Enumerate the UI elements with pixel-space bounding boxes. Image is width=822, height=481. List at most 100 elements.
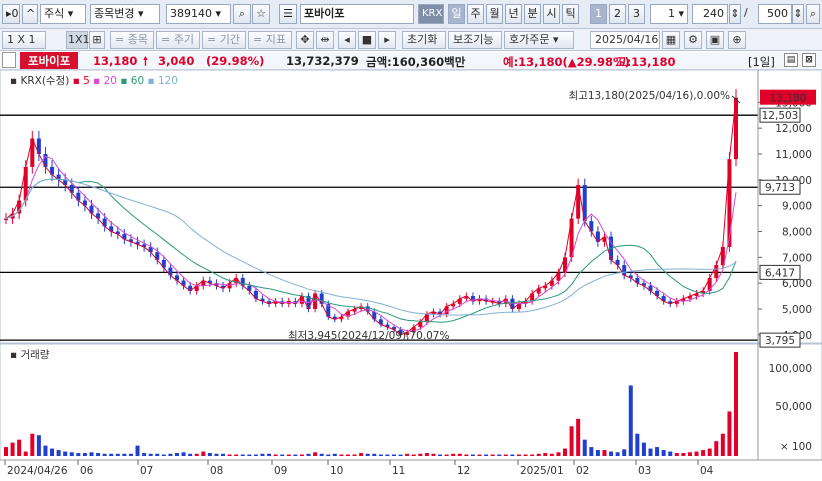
next-icon[interactable]: ▸ [378, 31, 396, 49]
item-button[interactable]: = 종목 [110, 31, 154, 49]
menu-dropdown-button[interactable]: ▸0 [2, 4, 20, 24]
volume-bar [267, 453, 272, 456]
volume-bar [392, 454, 397, 456]
crosshair-icon[interactable]: ✥ [296, 31, 314, 49]
level-label: 6,417 [765, 267, 795, 279]
period-hour-button[interactable]: 시 [543, 4, 560, 24]
volume-bar [115, 453, 120, 456]
volume-bar [247, 454, 252, 456]
change-stock-select[interactable]: 종목변경 ▾ [90, 4, 160, 24]
price-tick-label: 7,000 [782, 252, 812, 264]
volume-bar [536, 453, 541, 456]
period-year-button[interactable]: 년 [505, 4, 522, 24]
volume-bar [734, 352, 738, 456]
volume-bar [43, 445, 48, 456]
volume-bar [549, 453, 554, 456]
save-icon[interactable]: ▣ [706, 31, 724, 49]
reset-button[interactable]: 초기화 [402, 31, 446, 49]
period-tick-button[interactable]: 틱 [562, 4, 579, 24]
volume-bar [563, 448, 568, 456]
info-checkbox[interactable] [2, 52, 16, 68]
price-chart[interactable]: ▪ KRX(수정) ▪ 5 ▪ 20 ▪ 60 ▪ 120 최고13,180(2… [0, 70, 822, 481]
count-stepper[interactable]: ⇕ [729, 4, 741, 24]
slash-separator: / [744, 6, 748, 19]
volume-bar [23, 451, 28, 456]
volume-bar [273, 454, 278, 456]
total-stepper[interactable]: ⇕ [792, 4, 804, 24]
volume-bar [174, 453, 179, 456]
layout-button[interactable]: 1 X 1 [2, 31, 46, 49]
volume-bar [332, 453, 337, 456]
volume-bar [188, 453, 193, 456]
volume-tick-label: × 100 [780, 441, 812, 453]
volume-bar [135, 445, 140, 456]
settings-icon[interactable]: ⚙ [684, 31, 702, 49]
volume-bar [313, 452, 318, 456]
chart-legend: ▪ KRX(수정) ▪ 5 ▪ 20 ▪ 60 ▪ 120 [10, 75, 178, 87]
period-minute-button[interactable]: 분 [524, 4, 541, 24]
price-tick-label: 5,000 [782, 304, 812, 316]
level-label: 12,503 [762, 110, 799, 122]
indicator-button[interactable]: = 지표 [248, 31, 292, 49]
market-value: 주식 [44, 7, 65, 20]
multiplier-select[interactable]: 1 ▾ [650, 4, 688, 24]
grid-icon[interactable]: ⊞ [89, 31, 105, 49]
preset-3-button[interactable]: 3 [628, 4, 645, 24]
stock-code-input[interactable]: 389140 ▾ [166, 4, 231, 24]
volume-bar [260, 453, 265, 456]
volume-bar [694, 451, 699, 456]
change-stock-label: 종목변경 [94, 7, 135, 20]
volume-bar [464, 454, 469, 456]
window-menu-icon[interactable]: ▤ [784, 53, 798, 67]
period-week-button[interactable]: 주 [467, 4, 484, 24]
price-tick-label: 9,000 [782, 201, 812, 213]
volume-bar [207, 453, 212, 456]
volume-bar [109, 453, 114, 456]
range-button[interactable]: = 기간 [202, 31, 246, 49]
preset-2-button[interactable]: 2 [609, 4, 626, 24]
market-select[interactable]: 주식 ▾ [40, 4, 86, 24]
volume-bar [674, 453, 679, 456]
list-icon[interactable]: ☰ [279, 4, 297, 24]
period-month-button[interactable]: 월 [486, 4, 503, 24]
volume-bar [622, 449, 627, 456]
window-close-icon[interactable]: ⊠ [802, 53, 816, 67]
aux-function-button[interactable]: 보조기능 [448, 31, 502, 49]
zoom-icon[interactable]: ⇹ [316, 31, 334, 49]
volume-bar [122, 453, 127, 456]
volume-bar [227, 454, 232, 456]
indicator-label: 지표 [265, 33, 286, 46]
volume-bar [148, 453, 153, 456]
period-day-button[interactable]: 일 [448, 4, 465, 24]
volume-bar [82, 453, 87, 456]
volume-bar [516, 454, 521, 456]
exchange-button[interactable]: KRX [418, 4, 444, 24]
preset-1-button[interactable]: 1 [590, 4, 607, 24]
count-input[interactable]: 240 [692, 4, 728, 24]
star-icon[interactable]: ☆ [252, 4, 270, 24]
total-input[interactable]: 500 [758, 4, 792, 24]
date-input[interactable]: 2025/04/16 [590, 31, 660, 49]
period-setting-button[interactable]: = 주기 [156, 31, 200, 49]
volume-bar [345, 454, 350, 456]
volume-bar [701, 450, 706, 456]
prev-icon[interactable]: ◂ [338, 31, 356, 49]
volume-bar [161, 454, 166, 456]
volume-bar [641, 442, 646, 456]
order-button[interactable]: 호가주문 ▾ [504, 31, 574, 49]
current-price: 13,180 [93, 54, 138, 68]
calendar-icon[interactable]: ▦ [662, 31, 680, 49]
stop-icon[interactable]: ■ [358, 31, 376, 49]
volume-bar [503, 454, 508, 456]
stock-name-display: 포바이포 [300, 4, 414, 24]
layout-1x1-button[interactable]: 1X1 [66, 31, 90, 49]
search-icon[interactable]: ⌕ [233, 4, 251, 24]
legend-ma-5: ▪ 5 [73, 75, 93, 87]
volume-bar [234, 454, 239, 456]
add-icon[interactable]: ⊕ [728, 31, 746, 49]
search-icon-2[interactable]: ⌕ [806, 4, 820, 24]
x-tick-label: 11 [392, 465, 405, 477]
volume-bar [293, 454, 298, 456]
collapse-button[interactable]: ^ [22, 4, 38, 24]
price-info-bar: 포바이포 13,180 🠕 3,040 (29.98%) 13,732,379 … [0, 52, 822, 70]
